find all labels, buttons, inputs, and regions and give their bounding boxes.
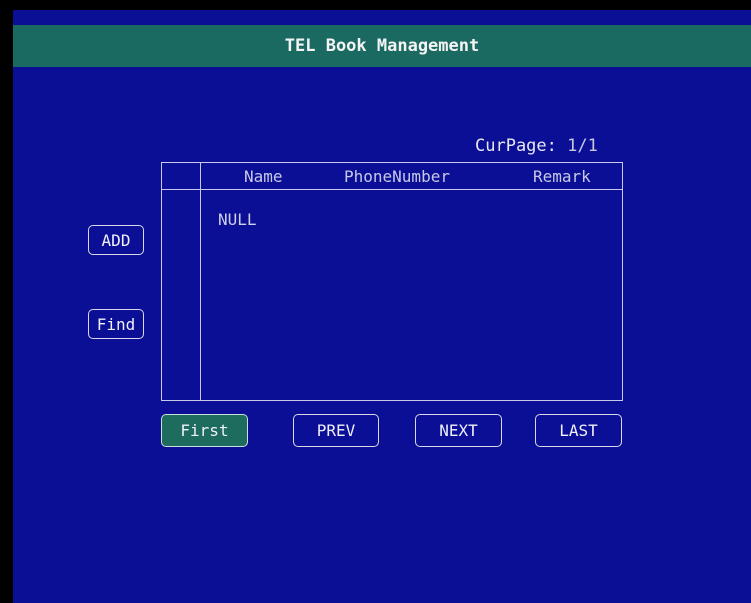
selection-column-divider	[200, 163, 201, 400]
current-page-label: CurPage:	[475, 136, 557, 156]
prev-page-button[interactable]: PREV	[293, 414, 379, 447]
screen: TEL Book Management CurPage: 1/1 ADD Fin…	[13, 10, 751, 603]
column-header-remark: Remark	[533, 167, 591, 186]
add-button[interactable]: ADD	[88, 225, 144, 255]
phonebook-table: Name PhoneNumber Remark NULL	[161, 162, 623, 401]
current-page-indicator: CurPage: 1/1	[475, 136, 598, 156]
next-page-button[interactable]: NEXT	[415, 414, 502, 447]
page-title: TEL Book Management	[284, 36, 480, 56]
table-row-name-cell: NULL	[218, 210, 257, 229]
find-button[interactable]: Find	[88, 309, 144, 339]
last-page-button[interactable]: LAST	[535, 414, 622, 447]
column-header-phone-number: PhoneNumber	[344, 167, 450, 186]
column-header-name: Name	[244, 167, 283, 186]
header-divider	[162, 189, 622, 190]
title-bar: TEL Book Management	[13, 25, 751, 67]
first-page-button[interactable]: First	[161, 414, 248, 447]
current-page-value: 1/1	[567, 136, 598, 156]
